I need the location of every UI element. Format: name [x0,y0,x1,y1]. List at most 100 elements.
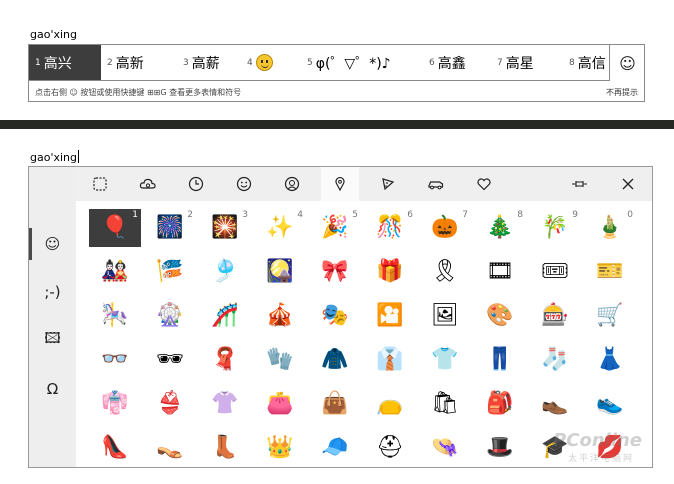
emoji-glyph: 👙 [156,391,184,416]
emoji-cell[interactable]: 🧢 [309,429,361,467]
emoji-cell[interactable]: 👛 [254,385,306,423]
emoji-cell[interactable]: 👗 [584,341,636,379]
dismiss-hint-link[interactable]: 不再提示 [606,87,638,98]
emoji-cell[interactable]: 🧦 [529,341,581,379]
emoji-cell[interactable]: 🎈 1 [89,209,141,247]
emoji-cell[interactable]: 🎟 [529,253,581,291]
pin-button[interactable] [561,167,599,201]
emoji-cell[interactable]: 🎁 [364,253,416,291]
emoji-cell[interactable]: 🛒 [584,297,636,335]
emoji-cell[interactable]: ⛑ [364,429,416,467]
emoji-cell[interactable]: 🎑 [254,253,306,291]
emoji-cell[interactable]: 🎒 [474,385,526,423]
emoji-cell[interactable]: 👔 [364,341,416,379]
emoji-glyph: 🎀 [321,259,349,284]
emoji-cell[interactable]: 🎫 [584,253,636,291]
emoji-cell[interactable]: 🎨 [474,297,526,335]
emoji-glyph: 🎡 [156,303,184,328]
emoji-cell[interactable]: 🎆 2 [144,209,196,247]
candidate-3[interactable]: 3 高薪 [177,45,241,80]
emoji-cell[interactable]: 🎋 9 [529,209,581,247]
emoji-cell[interactable]: 🎩 [474,429,526,467]
emoji-cell[interactable]: 🎊 6 [364,209,416,247]
candidate-7[interactable]: 7 高星 [491,45,563,80]
emoji-cell[interactable]: 🎪 [254,297,306,335]
tab-food[interactable] [369,167,407,201]
emoji-glyph: 🎏 [156,259,184,284]
candidate-text: 高新 [115,55,144,72]
tab-recent[interactable] [81,167,119,201]
emoji-cell[interactable]: 🕶 [144,341,196,379]
emoji-cell[interactable]: 👕 [419,341,471,379]
tab-celebrations[interactable] [321,167,359,201]
tab-smileys[interactable] [225,167,263,201]
emoji-cell[interactable]: 🖼 [419,297,471,335]
tab-people[interactable] [273,167,311,201]
candidate-8[interactable]: 8 高信 [563,45,609,80]
emoji-cell[interactable]: 🎦 [364,297,416,335]
emoji-cell[interactable]: 🎰 [529,297,581,335]
emoji-cell[interactable]: 👟 [584,385,636,423]
sidebar-item-symbols[interactable]: Ω [29,369,76,409]
composition-string: gao'xing [30,151,77,164]
candidate-5[interactable]: 5 φ(゜▽゜*)♪ [301,45,423,80]
emoji-cell[interactable]: 🎠 [89,297,141,335]
emoji-glyph: 🕶 [156,347,184,372]
emoji-cell[interactable]: 🎡 [144,297,196,335]
sidebar-item-image[interactable]: 🖾 [29,320,76,360]
emoji-cell[interactable]: 🧤 [254,341,306,379]
emoji-cell[interactable]: 👙 [144,385,196,423]
tab-travel[interactable] [417,167,455,201]
emoji-cell[interactable]: 🎀 [309,253,361,291]
emoji-cell[interactable]: 👘 [89,385,141,423]
close-button[interactable] [609,167,647,201]
emoji-cell[interactable]: 🧥 [309,341,361,379]
sidebar-item-kaomoji[interactable]: ;-) [29,272,76,312]
emoji-cell[interactable]: 👢 [199,429,251,467]
emoji-cell[interactable]: 👠 [89,429,141,467]
emoji-cell[interactable]: 👚 [199,385,251,423]
emoji-cell[interactable]: 🛍 [419,385,471,423]
candidate-6[interactable]: 6 高鑫 [423,45,491,80]
emoji-cell[interactable]: 🎞 [474,253,526,291]
emoji-cell[interactable]: 🎇 3 [199,209,251,247]
emoji-cell[interactable]: 👝 [364,385,416,423]
sidebar-item-emoji[interactable]: ☺ [29,224,76,264]
emoji-cell[interactable]: 🎐 [199,253,251,291]
emoji-cell[interactable]: 🎄 8 [474,209,526,247]
emoji-cell[interactable]: 🎭 [309,297,361,335]
candidate-2[interactable]: 2 高新 [101,45,177,80]
emoji-cell[interactable]: 🎍 0 [584,209,636,247]
emoji-cell[interactable]: 🎉 5 [309,209,361,247]
candidate-text: 高信 [577,55,606,72]
emoji-cell[interactable]: 👓 [89,341,141,379]
emoji-cell[interactable]: 🎢 [199,297,251,335]
emoji-cell[interactable]: 👑 [254,429,306,467]
weather-cloud-icon [139,178,156,189]
shortcut-number: 5 [352,210,358,220]
emoji-cell[interactable]: 👡 [144,429,196,467]
emoji-cell[interactable]: 👖 [474,341,526,379]
pizza-icon [382,178,395,191]
tab-people-nature[interactable] [129,167,167,201]
candidate-1[interactable]: 1 高兴 [29,45,101,80]
emoji-glyph: 🎇 [211,215,239,240]
emoji-cell[interactable]: 👜 [309,385,361,423]
emoji-glyph: 👟 [596,391,624,416]
emoji-cell[interactable]: ✨ 4 [254,209,306,247]
emoji-cell[interactable]: 🎏 [144,253,196,291]
emoji-cell[interactable]: 🎃 7 [419,209,471,247]
emoji-cell[interactable]: 👞 [529,385,581,423]
candidate-4[interactable]: 4 [241,45,301,80]
emoji-cell[interactable]: 🎎 [89,253,141,291]
emoji-cell[interactable]: 🎗 [419,253,471,291]
emoji-cell[interactable]: 👒 [419,429,471,467]
emoji-cell[interactable]: 🧣 [199,341,251,379]
kaomoji-icon: ;-) [44,283,61,301]
tab-symbols[interactable] [465,167,503,201]
tab-history[interactable] [177,167,215,201]
candidate-text: 高星 [505,55,534,72]
emoji-glyph: 🎟 [541,259,569,284]
candidate-index: 4 [247,57,253,68]
emoji-panel-button[interactable]: ☺ [609,45,645,81]
